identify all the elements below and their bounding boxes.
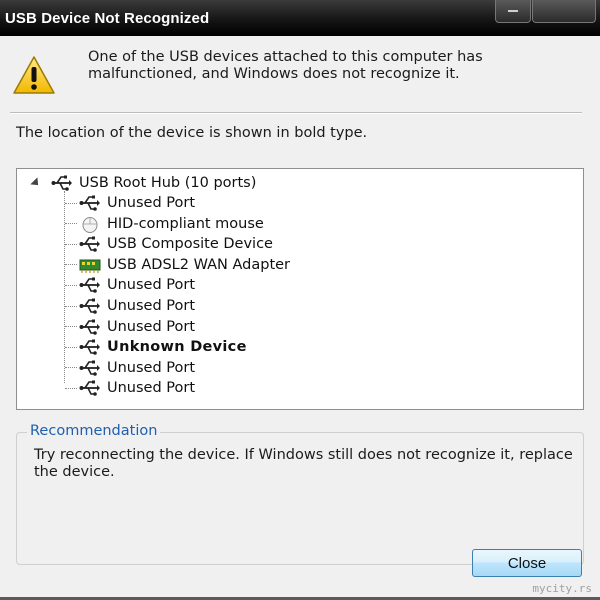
usb-icon [51, 175, 72, 191]
tree-item-label: Unused Port [107, 195, 196, 211]
mouse-icon [82, 216, 98, 233]
tree-item-label: Unused Port [107, 277, 196, 294]
tree-item-label: Unused Port [107, 359, 196, 376]
tree-item-label: Unused Port [107, 318, 196, 335]
watermark: mycity.rs [532, 582, 592, 595]
minimize-icon [508, 10, 518, 12]
title-bar[interactable]: USB Device Not Recognized [0, 0, 600, 36]
tree-branch-line [65, 243, 77, 245]
tree-branch-line [65, 305, 77, 307]
error-message-line-1: One of the USB devices attached to this … [88, 49, 483, 65]
error-message-line-2: malfunctioned, and Windows does not reco… [88, 66, 460, 82]
tree-root-label: USB Root Hub (10 ports) [79, 175, 257, 191]
tree-branch-line [65, 284, 77, 286]
tree-item[interactable]: Unused Port [65, 296, 195, 316]
tree-item[interactable]: Unused Port [65, 193, 195, 213]
tree-item[interactable]: Unknown Device [65, 337, 247, 357]
separator [10, 112, 582, 114]
usb-icon [79, 360, 100, 376]
error-message: One of the USB devices attached to this … [88, 49, 558, 83]
location-instructions: The location of the device is shown in b… [16, 125, 368, 141]
device-tree[interactable]: USB Root Hub (10 ports) Unused Port HID-c… [16, 168, 584, 410]
network-adapter-icon [79, 259, 101, 273]
tree-branch-line [65, 367, 77, 369]
close-button[interactable]: Close [472, 549, 582, 577]
tree-root-item[interactable]: USB Root Hub (10 ports) [30, 173, 257, 193]
tree-branch-line [65, 264, 77, 266]
tree-item[interactable]: USB Composite Device [65, 234, 273, 254]
tree-branch-line [65, 202, 77, 204]
tree-branch-line [65, 326, 77, 328]
tree-item[interactable]: Unused Port [65, 378, 195, 398]
tree-item-label: Unused Port [107, 298, 196, 314]
minimize-button[interactable] [495, 0, 531, 23]
usb-icon [79, 380, 100, 397]
usb-icon [79, 298, 100, 314]
usb-icon [79, 319, 100, 335]
window-title: USB Device Not Recognized [5, 10, 210, 27]
usb-icon [79, 277, 100, 294]
dialog-body: One of the USB devices attached to this … [0, 36, 600, 600]
maximize-button[interactable] [532, 0, 596, 23]
tree-item-label: Unknown Device [107, 339, 247, 356]
usb-icon [79, 339, 100, 355]
tree-item-label: HID-compliant mouse [107, 215, 264, 232]
recommendation-group: Recommendation Try reconnecting the devi… [16, 423, 584, 565]
tree-branch-line [65, 387, 77, 389]
usb-icon [79, 236, 100, 252]
tree-item[interactable]: Unused Port [65, 317, 195, 337]
tree-item[interactable]: Unused Port [65, 275, 195, 295]
tree-item-label: Unused Port [107, 380, 196, 397]
warning-icon [13, 56, 55, 94]
recommendation-text: Try reconnecting the device. If Windows … [34, 447, 573, 480]
tree-item-label: USB Composite Device [107, 236, 273, 253]
tree-item[interactable]: Unused Port [65, 358, 195, 378]
tree-branch-line [65, 223, 77, 225]
tree-item[interactable]: USB ADSL2 WAN Adapter [65, 255, 290, 275]
tree-item-label: USB ADSL2 WAN Adapter [107, 256, 291, 273]
collapse-arrow-icon[interactable] [30, 177, 42, 189]
usb-icon [79, 195, 100, 211]
tree-item[interactable]: HID-compliant mouse [65, 214, 264, 234]
recommendation-label: Recommendation [27, 423, 161, 439]
tree-branch-line [65, 346, 77, 348]
